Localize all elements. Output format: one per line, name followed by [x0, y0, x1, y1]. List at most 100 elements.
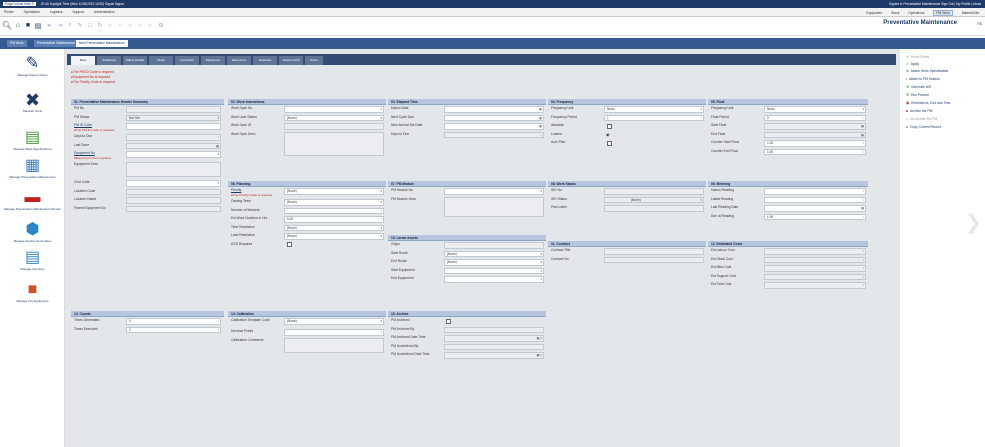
tab-new-pm[interactable]: New Preventative Maintenance	[76, 40, 128, 47]
float-frequency-unit-field[interactable]: None ▾	[764, 106, 866, 113]
action-restrictions[interactable]: ▣ Restrictions, Dvd and Time	[906, 101, 951, 105]
menu-printer[interactable]: Printer	[4, 10, 14, 14]
module-pm-work[interactable]: PM Work	[933, 10, 953, 16]
tab-pm-work[interactable]: PM Work	[7, 40, 27, 47]
float-period-field[interactable]: 0 ↕	[764, 114, 866, 121]
menu-support[interactable]: Support	[72, 10, 84, 14]
calendar-icon[interactable]: ▦	[539, 124, 542, 129]
circle-icon-4[interactable]: ○	[136, 21, 144, 30]
calendar-clock-icon[interactable]: ▦◷	[537, 353, 542, 358]
subtab-instruction[interactable]: Instruction	[175, 56, 199, 65]
start-route-field[interactable]: (None) ▾	[444, 250, 544, 257]
subtab-additional[interactable]: Additional	[97, 56, 121, 65]
module-equipment[interactable]: Equipment	[866, 11, 882, 15]
dvd-required-checkbox[interactable]	[287, 242, 292, 247]
user-links[interactable]: Signed in Preventative Maintenance Sign …	[889, 0, 981, 8]
circle-icon-3[interactable]: ○	[126, 21, 134, 30]
subtab-notes[interactable]: Notes	[305, 56, 323, 65]
load-restriction-field[interactable]: (None) ▾	[284, 233, 384, 240]
subtab-main[interactable]: Main	[71, 56, 95, 65]
action-archive-pm[interactable]: ■ Archive the PM	[906, 109, 932, 113]
counter-start-float-field[interactable]: 1.00 ↕	[764, 140, 866, 147]
first-record-icon[interactable]: ⇤	[46, 21, 54, 30]
pm-module-no-field[interactable]: ▾	[444, 188, 544, 195]
start-equipment-field[interactable]: ▾	[444, 267, 544, 274]
action-attach-work-spec[interactable]: ⊕ Attach Work Specification	[906, 69, 948, 73]
counter-end-float-field[interactable]: 1.00 ↕	[764, 148, 866, 155]
home-icon[interactable]: ⌂	[14, 21, 22, 30]
last-reading-date-field[interactable]: ▦	[764, 205, 866, 212]
prev-record-icon[interactable]: ⇥	[56, 21, 64, 30]
browser-tab-2[interactable]: JE Air Daylight Time (Wed 11/06/2019 16:…	[39, 2, 126, 6]
action-apply[interactable]: ✓ Apply	[906, 62, 919, 66]
menu-administration[interactable]: Administration	[94, 10, 115, 14]
nav-support-items[interactable]: ✎ Manage Support Items	[0, 55, 65, 77]
owning-team-field[interactable]: (None) ▾	[284, 199, 384, 206]
nav-pm[interactable]: ▦ Manage Preventative Maintenance	[0, 157, 65, 179]
calendar-clock-icon[interactable]: ▦◷	[537, 336, 542, 341]
action-attach-pm-module[interactable]: ▪ Attach to PM Module	[906, 77, 940, 81]
search-icon[interactable]: 🔍︎	[2, 21, 12, 30]
nav-inventory[interactable]: ▤ Manage Inventory	[0, 249, 65, 271]
action-copy-record[interactable]: ● Copy Current Record	[906, 125, 941, 129]
pm-archived-checkbox[interactable]	[446, 318, 451, 324]
subtab-attachments[interactable]: Attachments	[279, 56, 303, 65]
subtab-equipment[interactable]: Equipment	[201, 56, 225, 65]
calendar-icon[interactable]: ▦	[861, 133, 864, 138]
number-of-workers-field[interactable]: ↕	[284, 207, 384, 214]
est-duration-field[interactable]: 0.00 ↕	[284, 216, 384, 223]
calendar-icon[interactable]: ▦	[861, 206, 864, 211]
nav-pm-routes[interactable]: ▬ Manage Preventative Maintenance Routes	[0, 189, 65, 211]
calendar-icon[interactable]: ▦	[539, 116, 542, 121]
action-unarchive-pm[interactable]: □ Un-archive the PM	[906, 117, 937, 121]
refresh-icon[interactable]: ↻	[96, 21, 104, 30]
next-cycle-due-field[interactable]: ▦	[444, 114, 544, 121]
times-generated-field[interactable]: 0 ↕	[126, 318, 221, 325]
calendar-icon[interactable]: ▦	[539, 107, 542, 112]
nav-fire-equipment[interactable]: ■ Manage Fire Equipment	[0, 281, 65, 303]
new-annual-set-date-field[interactable]: ▦	[444, 123, 544, 130]
nav-tools[interactable]: ✖ Maintain Tools	[0, 91, 65, 113]
module-operations[interactable]: Operations	[908, 11, 924, 15]
absolute-checkbox[interactable]	[607, 123, 612, 129]
auto-plan-checkbox[interactable]	[607, 140, 612, 146]
edit-icon[interactable]: ✎	[76, 21, 84, 30]
module-stock[interactable]: Stock	[891, 11, 899, 15]
nav-service-summaries[interactable]: ⬢ Manage Service Summaries	[0, 221, 65, 243]
nav-work-specs[interactable]: ▤ Manage Work Specifications	[0, 129, 65, 151]
due-at-reading-field[interactable]: 1.00 ↕	[764, 213, 866, 220]
module-material[interactable]: Material Ma	[962, 11, 979, 15]
times-executed-field[interactable]: 0 ↕	[126, 326, 221, 333]
datum-reading-field[interactable]: ↕	[764, 188, 866, 195]
menu-logistics[interactable]: Logistics	[50, 10, 63, 14]
settings-icon[interactable]: ⚙	[157, 21, 165, 30]
frequency-unit-field[interactable]: None ▾	[604, 106, 704, 113]
looked-radio[interactable]: ◉	[606, 132, 610, 137]
subtab-tasks[interactable]: Tasks	[149, 56, 173, 65]
calendar-icon[interactable]: ▦	[216, 144, 219, 149]
datum-date-field[interactable]: ▦	[444, 106, 544, 113]
calibration-template-field[interactable]: (None) ▾	[284, 318, 384, 325]
end-route-field[interactable]: (None) ▾	[444, 259, 544, 266]
frequency-period-field[interactable]: 1 ↕	[604, 114, 704, 121]
document-icon[interactable]: □	[86, 21, 94, 30]
time-restriction-field[interactable]: (None) ▾	[284, 224, 384, 231]
circle-icon-5[interactable]: ○	[146, 21, 154, 30]
subtab-materials[interactable]: Materials	[253, 56, 277, 65]
action-run-planner[interactable]: ☰ Run Planner	[906, 93, 929, 97]
action-generate-wo[interactable]: ⚒ Generate WO	[906, 85, 931, 89]
browser-tab-1[interactable]: Pager Intune Help E	[3, 2, 36, 6]
latest-reading-field[interactable]: ↕	[764, 196, 866, 203]
filter-icon[interactable]: ⌕	[66, 21, 74, 30]
decimal-points-field[interactable]: ↕	[284, 329, 384, 336]
action-reset-fields[interactable]: ↺ Reset Fields	[906, 55, 929, 59]
calendar-icon[interactable]: ▦	[861, 124, 864, 129]
chevron-right-icon[interactable]: ❯	[965, 210, 982, 235]
cost-code-field[interactable]: ▾	[126, 180, 221, 187]
save-icon[interactable]: ■	[24, 21, 32, 30]
subtab-resources[interactable]: Resources	[227, 56, 251, 65]
print-icon[interactable]: ▤	[34, 21, 42, 30]
subtab-safety[interactable]: Safety Details	[123, 56, 147, 65]
work-user-status-field[interactable]: (None) ▾	[284, 114, 384, 121]
end-equipment-field[interactable]: ▾	[444, 276, 544, 283]
